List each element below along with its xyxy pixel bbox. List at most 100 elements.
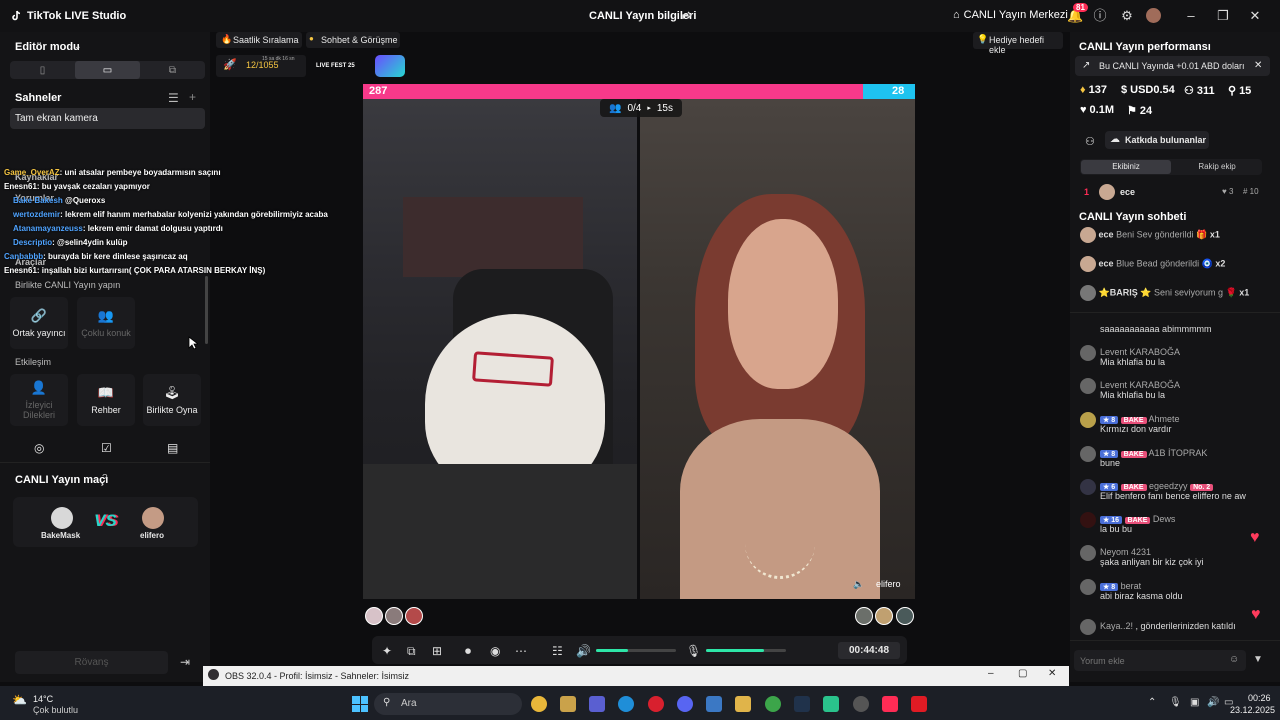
split-layout-icon[interactable]: ⧉ [140, 61, 205, 79]
battle-timer: 👥 0/4 ▸ 15s [600, 99, 682, 117]
scene-item-fullscreen-camera[interactable]: Tam ekran kamera [10, 108, 205, 129]
volume-icon[interactable]: 🔊 [576, 644, 591, 658]
close-icon[interactable]: ✕ [1248, 9, 1262, 23]
checklist-icon[interactable]: ☑ [101, 441, 112, 455]
supporter-avatar[interactable] [875, 607, 893, 625]
cloud-icon: ☁ [1110, 134, 1120, 145]
close-icon[interactable]: ✕ [1048, 668, 1056, 679]
avatar[interactable] [1146, 8, 1161, 23]
exit-icon[interactable]: ⇥ [180, 655, 190, 669]
overlay-chat-line: Atanamayanzeuss: lekrem emir damat dolgu… [13, 224, 223, 233]
youtube-icon[interactable] [911, 696, 927, 712]
play-together-button[interactable]: 🕹 Birlikte Oyna [143, 374, 201, 426]
maximize-icon[interactable]: ❐ [1216, 9, 1230, 23]
screen-share-icon[interactable]: ⧉ [407, 644, 416, 659]
chrome-icon[interactable] [531, 696, 547, 712]
joystick-icon: 🕹 [163, 385, 181, 400]
share-icon[interactable] [681, 9, 693, 21]
folder-icon[interactable] [735, 696, 751, 712]
volume-icon[interactable]: 🔊 [1207, 697, 1219, 708]
more-icon[interactable]: ⋯ [515, 644, 527, 658]
edge-icon[interactable] [618, 696, 634, 712]
cohost-button[interactable]: 🔗 Ortak yayıncı [10, 297, 68, 349]
list-icon[interactable]: ☰ [168, 91, 179, 105]
gear-icon[interactable]: ⚙ [1120, 9, 1134, 23]
network-icon[interactable]: ▣ [1190, 697, 1199, 708]
rematch-button[interactable]: Rövanş [15, 651, 168, 674]
contributor-avatar[interactable] [1099, 184, 1115, 200]
teams-icon[interactable] [589, 696, 605, 712]
maximize-icon[interactable]: ▢ [1018, 668, 1027, 679]
avatar [1080, 256, 1096, 272]
app-icon[interactable] [823, 696, 839, 712]
supporter-avatar[interactable] [385, 607, 403, 625]
play-icon: ▸ [647, 105, 651, 112]
guide-button[interactable]: 📖 Rehber [77, 374, 135, 426]
editor-mode-label[interactable]: Editör modu [15, 41, 80, 53]
overlay-chat-line: Canbabbb: burayda bir kere dinlese şaşır… [4, 252, 188, 261]
target-icon[interactable]: ◎ [34, 441, 44, 455]
multi-guest-button[interactable]: 👥 Çoklu konuk [77, 297, 135, 349]
add-source-icon[interactable]: ⊞ [432, 644, 442, 658]
match-title: CANLI Yayın maçı [15, 474, 109, 486]
follow-icon: ⚲ [1228, 85, 1237, 97]
stat-viewers: ⚇ 311 [1184, 84, 1215, 98]
chevron-down-icon[interactable]: ⌄ [74, 41, 82, 52]
minimize-icon[interactable]: – [1184, 9, 1198, 23]
discord-icon[interactable] [677, 696, 693, 712]
mic-slider[interactable] [706, 649, 786, 652]
camera-effects-icon[interactable]: ◉ [490, 644, 500, 658]
live-fest-label: LIVE FEST 25 [316, 63, 355, 69]
level-badge: ★ 16 [1100, 516, 1123, 524]
portrait-layout-icon[interactable]: ▯ [10, 61, 75, 79]
filter-icon[interactable]: ▼ [1253, 654, 1263, 665]
add-icon[interactable]: + [189, 90, 196, 104]
minimize-icon[interactable]: – [988, 668, 994, 679]
obs-window-bar[interactable]: OBS 32.0.4 - Profil: İsimsiz - Sahneler:… [203, 666, 1069, 686]
magic-wand-icon[interactable]: ✦ [382, 644, 392, 658]
tiktok-taskbar-icon[interactable] [882, 696, 898, 712]
link-icon: 🔗 [30, 308, 48, 323]
supporter-avatar[interactable] [365, 607, 383, 625]
store-icon[interactable] [560, 696, 576, 712]
chrome-profile-icon[interactable] [765, 696, 781, 712]
obs-taskbar-icon[interactable] [853, 696, 869, 712]
help-icon[interactable]: ⓘ [1093, 9, 1107, 23]
steam-icon[interactable] [794, 696, 810, 712]
team-badge: BAKE [1124, 517, 1151, 524]
mail-icon[interactable] [706, 696, 722, 712]
live-chat-title: CANLI Yayın sohbeti [1079, 211, 1187, 223]
help-icon[interactable]: ? [102, 473, 108, 484]
viewer-requests-button[interactable]: 👤 İzleyici Dilekleri [10, 374, 68, 426]
promo-banner[interactable]: Bu CANLI Yayında +0.01 ABD doları [1075, 56, 1270, 76]
supporter-avatar[interactable] [405, 607, 423, 625]
opera-icon[interactable] [648, 696, 664, 712]
obs-logo-icon [208, 669, 219, 680]
inbox-icon[interactable]: ▤ [167, 441, 178, 455]
opponent-name: elifero [876, 579, 901, 589]
supporter-avatar[interactable] [896, 607, 914, 625]
close-icon[interactable]: ✕ [1254, 60, 1262, 71]
tab-chat-calls[interactable]: Sohbet & Görüşme [306, 32, 400, 48]
windows-start-icon[interactable] [352, 696, 368, 712]
chevron-up-icon[interactable]: ⌃ [1148, 697, 1156, 708]
microphone-icon[interactable]: 🎙 [1169, 697, 1182, 708]
contributors-button[interactable]: Katkıda bulunanlar [1105, 131, 1209, 149]
score-right: 28 [892, 85, 905, 97]
live-center-link[interactable]: ⌂ CANLI Yayın Merkezi [953, 9, 1068, 21]
supporter-avatar[interactable] [855, 607, 873, 625]
taskbar-search[interactable]: Ara [374, 693, 522, 715]
tab-rival-team[interactable]: Rakip ekip [1172, 160, 1262, 174]
record-icon[interactable]: ⏺ [465, 644, 471, 659]
tab-our-team[interactable]: Ekibiniz [1081, 160, 1171, 174]
stream-controls: ✦ ⧉ ⊞ ⏺ ◉ ⋯ ☷ 🔊 🎙 00:44:48 [372, 636, 907, 664]
volume-slider[interactable] [596, 649, 676, 652]
adjust-icon[interactable]: ☷ [552, 644, 563, 658]
weather-icon[interactable]: ⛅ [12, 693, 27, 707]
scrollbar[interactable] [205, 276, 208, 344]
user-plus-icon[interactable]: ⚇ [1085, 135, 1095, 148]
emoji-icon[interactable]: ☺ [1229, 654, 1239, 665]
microphone-icon[interactable]: 🎙 [686, 644, 701, 658]
landscape-layout-icon[interactable]: ▭ [75, 61, 140, 79]
comment-input[interactable] [1074, 650, 1246, 671]
